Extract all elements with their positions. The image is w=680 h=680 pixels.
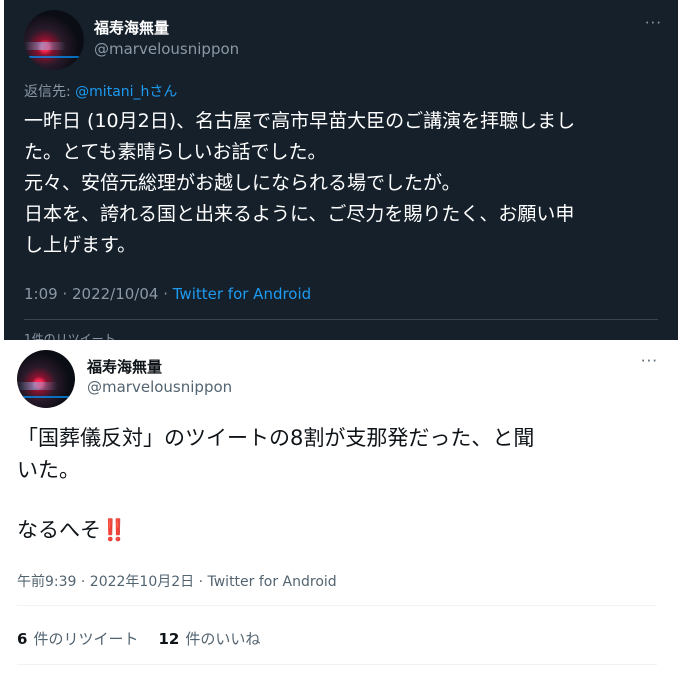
timestamp-link[interactable]: 1:09 · 2022/10/04 · <box>24 285 173 303</box>
tweet-text-line: いた。 <box>17 458 80 482</box>
tweet-text-line: 日本を、誇れる国と出来るように、ご尽力を賜りたく、お願い申 <box>24 203 575 225</box>
retweet-count: 6 <box>17 630 28 648</box>
user-handle[interactable]: @marvelousnippon <box>87 378 232 396</box>
retweet-count-partial[interactable]: 1件のリツイート <box>24 330 116 340</box>
tweet-text-line: 元々、安倍元総理がお越しになられる場でしたが。 <box>24 172 461 194</box>
like-label: 件のいいね <box>185 630 261 648</box>
divider <box>17 605 657 606</box>
divider <box>17 664 657 665</box>
tweet-text-line: 一昨日 (10月2日)、名古屋で高市早苗大臣のご講演を拝聴しまし <box>24 110 576 132</box>
display-name[interactable]: 福寿海無量 <box>87 356 162 377</box>
tweet-text-line: 「国葬儀反対」のツイートの8割が支那発だった、と聞 <box>17 426 535 450</box>
tweet-text-line: なるへそ‼️ <box>17 518 128 542</box>
avatar[interactable] <box>17 350 75 408</box>
tweet-text-line: し上げます。 <box>24 234 137 256</box>
retweets-link[interactable]: 6 件のリツイート <box>17 630 138 648</box>
reply-tweet-card: 福寿海無量 @marvelousnippon ··· 返信先: @mitani_… <box>4 0 678 340</box>
reply-mention-link[interactable]: @mitani_hさん <box>75 84 177 100</box>
more-options-icon[interactable]: ··· <box>645 14 662 32</box>
display-name[interactable]: 福寿海無量 <box>94 17 169 38</box>
main-tweet-card: 福寿海無量 @marvelousnippon ··· 「国葬儀反対」のツイートの… <box>0 340 680 680</box>
timestamp-link[interactable]: 午前9:39 · 2022年10月2日 · Twitter for Androi… <box>17 571 337 591</box>
tweet-text-line: た。とても素晴らしいお話でした。 <box>24 141 327 163</box>
retweet-label: 件のリツイート <box>33 630 139 648</box>
source-link[interactable]: Twitter for Android <box>173 285 311 303</box>
reply-to-line: 返信先: @mitani_hさん <box>24 81 177 101</box>
user-handle[interactable]: @marvelousnippon <box>94 40 239 58</box>
more-options-icon[interactable]: ··· <box>641 352 658 370</box>
tweet-text: 一昨日 (10月2日)、名古屋で高市早苗大臣のご講演を拝聴しまし た。とても素晴… <box>24 106 664 261</box>
tweet-meta: 1:09 · 2022/10/04 · Twitter for Android <box>24 285 311 303</box>
avatar[interactable] <box>24 10 84 70</box>
engagement-stats: 6 件のリツイート 12 件のいいね <box>17 628 260 649</box>
reply-prefix: 返信先: <box>24 84 71 100</box>
divider <box>24 319 658 320</box>
likes-link[interactable]: 12 件のいいね <box>158 630 260 648</box>
like-count: 12 <box>158 630 180 648</box>
